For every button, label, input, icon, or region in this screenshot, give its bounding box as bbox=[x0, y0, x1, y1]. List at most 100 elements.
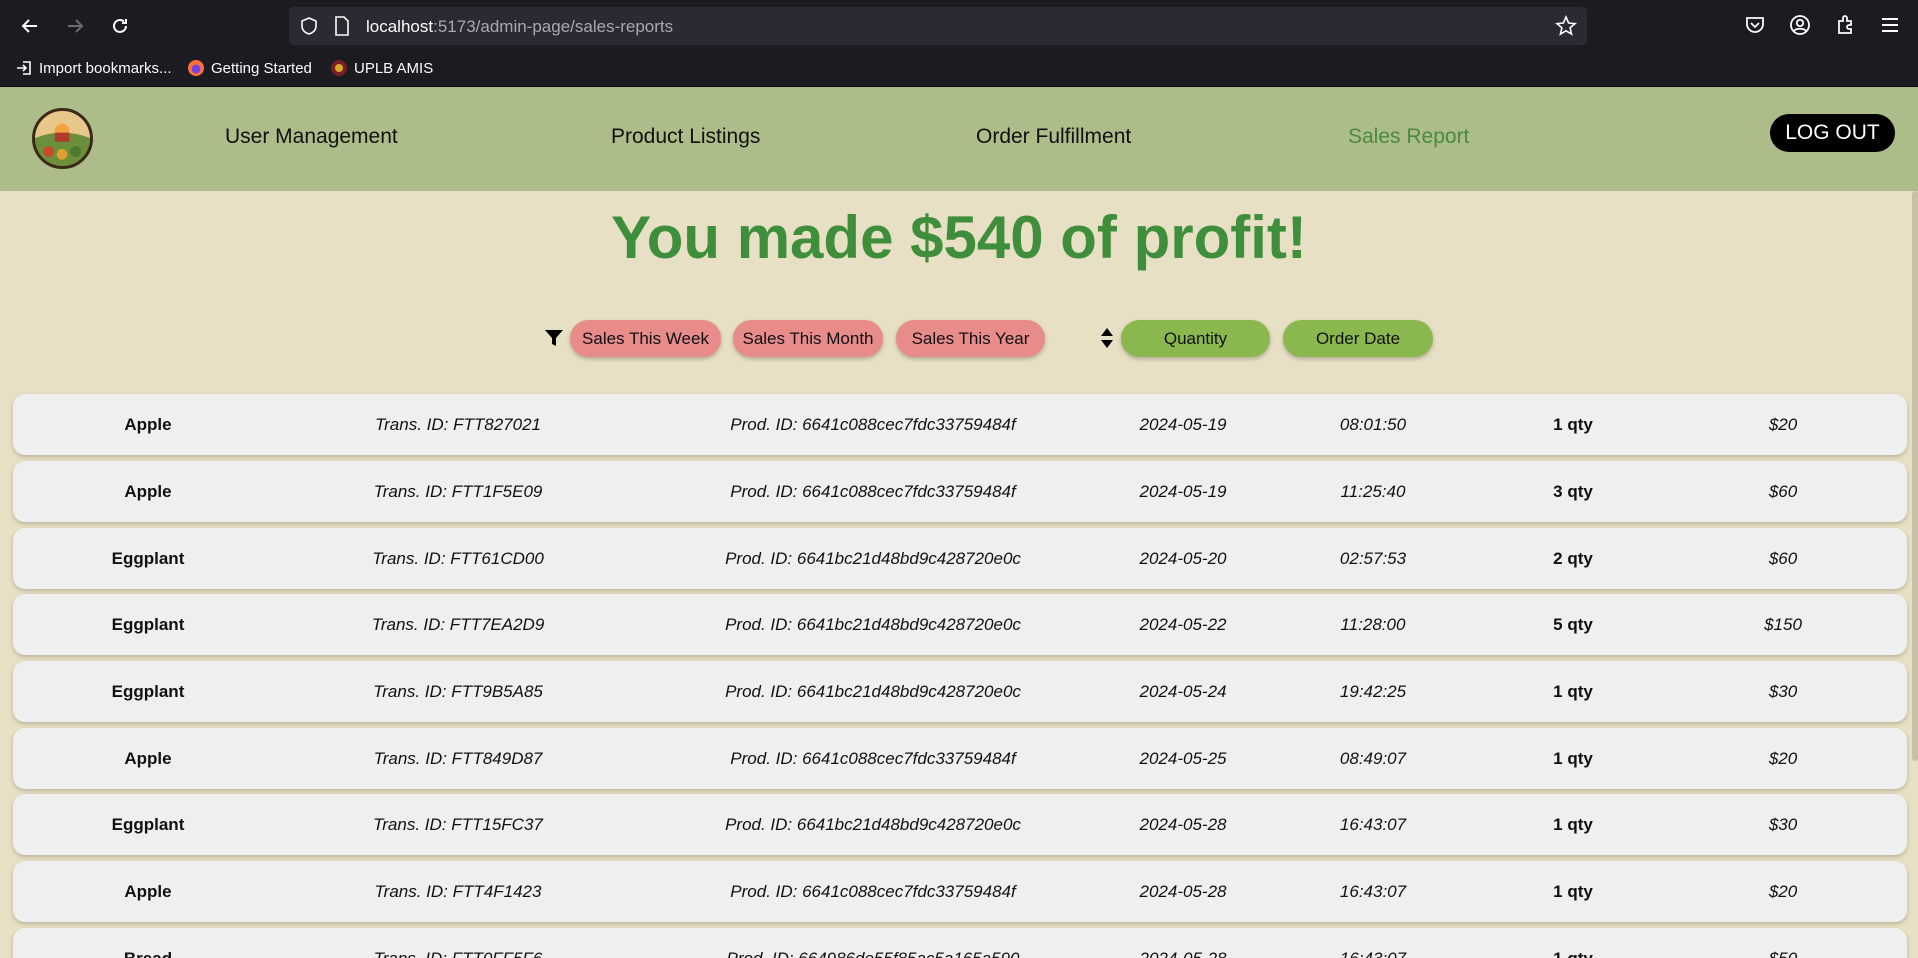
quantity: 1 qty bbox=[1553, 948, 1593, 958]
transaction-id: Trans. ID: FTT849D87 bbox=[373, 748, 543, 768]
product-id: Prod. ID: 6641c088cec7fdc33759484f bbox=[730, 481, 1016, 501]
price: $20 bbox=[1768, 881, 1798, 901]
price: $30 bbox=[1768, 814, 1798, 834]
order-time: 11:25:40 bbox=[1340, 481, 1406, 501]
nav-user-management[interactable]: User Management bbox=[225, 125, 398, 149]
order-date: 2024-05-20 bbox=[1139, 548, 1227, 568]
quantity: 1 qty bbox=[1553, 681, 1593, 701]
price: $20 bbox=[1768, 748, 1798, 768]
profit-heading: You made $540 of profit! bbox=[611, 204, 1307, 271]
url-path: :5173/admin-page/sales-reports bbox=[433, 17, 674, 36]
product-name: Eggplant bbox=[111, 814, 185, 834]
order-date: 2024-05-24 bbox=[1139, 681, 1227, 701]
quantity: 1 qty bbox=[1553, 748, 1593, 768]
browser-toolbar: localhost:5173/admin-page/sales-reports bbox=[0, 0, 1918, 52]
product-name: Apple bbox=[124, 748, 172, 768]
sales-row[interactable]: Apple Trans. ID: FTT849D87 Prod. ID: 664… bbox=[13, 728, 1907, 789]
bookmark-import[interactable]: Import bookmarks... bbox=[15, 59, 172, 77]
sales-row[interactable]: Apple Trans. ID: FTT1F5E09 Prod. ID: 664… bbox=[13, 461, 1907, 522]
sales-row[interactable]: Bread Trans. ID: FTT0FF5F6 Prod. ID: 664… bbox=[13, 928, 1907, 958]
order-time: 08:01:50 bbox=[1339, 414, 1407, 434]
arrow-right-icon bbox=[68, 19, 84, 33]
order-date: 2024-05-19 bbox=[1139, 481, 1227, 501]
nav-product-listings[interactable]: Product Listings bbox=[611, 125, 760, 149]
reload-icon bbox=[113, 18, 127, 33]
farm-logo-icon bbox=[35, 111, 90, 166]
filter-sales-this-year[interactable]: Sales This Year bbox=[896, 320, 1045, 357]
extensions-icon[interactable] bbox=[1833, 13, 1857, 37]
url-host: localhost bbox=[366, 17, 434, 36]
sales-row[interactable]: Eggplant Trans. ID: FTT15FC37 Prod. ID: … bbox=[13, 794, 1907, 855]
page-icon[interactable] bbox=[333, 16, 351, 36]
product-name: Bread bbox=[123, 948, 173, 958]
bookmark-label: Getting Started bbox=[211, 59, 312, 77]
bookmark-getting-started[interactable]: Getting Started bbox=[187, 59, 312, 77]
back-button[interactable] bbox=[16, 12, 44, 40]
order-time: 11:28:00 bbox=[1340, 614, 1406, 634]
product-id: Prod. ID: 664986de55f85ac5a165a590 bbox=[726, 948, 1020, 958]
filter-sales-this-week[interactable]: Sales This Week bbox=[570, 320, 721, 357]
sort-order-date[interactable]: Order Date bbox=[1283, 320, 1433, 357]
product-id: Prod. ID: 6641bc21d48bd9c428720e0c bbox=[725, 681, 1021, 701]
bookmark-uplb-amis[interactable]: UPLB AMIS bbox=[330, 59, 433, 77]
account-icon[interactable] bbox=[1788, 13, 1812, 37]
import-icon bbox=[17, 61, 31, 75]
url-bar[interactable]: localhost:5173/admin-page/sales-reports bbox=[289, 7, 1587, 45]
product-id: Prod. ID: 6641c088cec7fdc33759484f bbox=[730, 414, 1016, 434]
sort-quantity[interactable]: Quantity bbox=[1121, 320, 1270, 357]
transaction-id: Trans. ID: FTT4F1423 bbox=[374, 881, 542, 901]
app-header: User Management Product Listings Order F… bbox=[0, 87, 1918, 191]
transaction-id: Trans. ID: FTT1F5E09 bbox=[373, 481, 543, 501]
product-id: Prod. ID: 6641bc21d48bd9c428720e0c bbox=[725, 814, 1021, 834]
quantity: 5 qty bbox=[1553, 614, 1593, 634]
quantity: 3 qty bbox=[1553, 481, 1593, 501]
nav-sales-report[interactable]: Sales Report bbox=[1348, 125, 1469, 149]
nav-order-fulfillment[interactable]: Order Fulfillment bbox=[976, 125, 1131, 149]
url-text[interactable]: localhost:5173/admin-page/sales-reports bbox=[366, 17, 673, 37]
product-name: Apple bbox=[124, 414, 172, 434]
product-name: Apple bbox=[124, 481, 172, 501]
pocket-icon[interactable] bbox=[1743, 13, 1767, 37]
bookmarks-bar: Import bookmarks... Getting Started UPLB… bbox=[0, 52, 1918, 87]
bookmark-label: UPLB AMIS bbox=[354, 59, 434, 77]
page-scrollbar[interactable] bbox=[1912, 191, 1918, 761]
sales-row[interactable]: Eggplant Trans. ID: FTT61CD00 Prod. ID: … bbox=[13, 528, 1907, 589]
order-time: 16:43:07 bbox=[1339, 814, 1407, 834]
sales-row[interactable]: Eggplant Trans. ID: FTT9B5A85 Prod. ID: … bbox=[13, 661, 1907, 722]
forward-button[interactable] bbox=[61, 12, 89, 40]
farm-logo[interactable] bbox=[32, 108, 93, 169]
transaction-id: Trans. ID: FTT9B5A85 bbox=[373, 681, 543, 701]
quantity: 1 qty bbox=[1553, 881, 1593, 901]
firefox-icon bbox=[188, 60, 204, 76]
price: $60 bbox=[1768, 548, 1798, 568]
shield-icon[interactable] bbox=[299, 16, 319, 36]
logout-button[interactable]: LOG OUT bbox=[1770, 114, 1895, 152]
sales-row[interactable]: Eggplant Trans. ID: FTT7EA2D9 Prod. ID: … bbox=[13, 594, 1907, 655]
order-time: 16:43:07 bbox=[1339, 881, 1407, 901]
bookmark-star-icon[interactable] bbox=[1555, 15, 1577, 37]
filter-icon bbox=[545, 330, 563, 346]
sales-row[interactable]: Apple Trans. ID: FTT827021 Prod. ID: 664… bbox=[13, 394, 1907, 455]
price: $30 bbox=[1768, 681, 1798, 701]
quantity: 1 qty bbox=[1553, 814, 1593, 834]
transaction-id: Trans. ID: FTT7EA2D9 bbox=[371, 614, 545, 634]
sales-row[interactable]: Apple Trans. ID: FTT4F1423 Prod. ID: 664… bbox=[13, 861, 1907, 922]
product-id: Prod. ID: 6641bc21d48bd9c428720e0c bbox=[725, 614, 1021, 634]
product-name: Apple bbox=[124, 881, 172, 901]
product-id: Prod. ID: 6641c088cec7fdc33759484f bbox=[730, 748, 1016, 768]
product-id: Prod. ID: 6641c088cec7fdc33759484f bbox=[730, 881, 1016, 901]
product-name: Eggplant bbox=[111, 681, 185, 701]
order-time: 02:57:53 bbox=[1339, 548, 1407, 568]
uplb-icon bbox=[331, 60, 347, 76]
filter-sales-this-month[interactable]: Sales This Month bbox=[733, 320, 883, 357]
quantity: 2 qty bbox=[1553, 548, 1593, 568]
order-time: 08:49:07 bbox=[1339, 748, 1407, 768]
reload-button[interactable] bbox=[106, 12, 134, 40]
quantity: 1 qty bbox=[1553, 414, 1593, 434]
order-time: 19:42:25 bbox=[1339, 681, 1407, 701]
menu-icon[interactable] bbox=[1878, 13, 1902, 37]
arrow-left-icon bbox=[21, 19, 37, 33]
product-name: Eggplant bbox=[111, 614, 185, 634]
order-date: 2024-05-22 bbox=[1139, 614, 1227, 634]
price: $20 bbox=[1768, 414, 1798, 434]
